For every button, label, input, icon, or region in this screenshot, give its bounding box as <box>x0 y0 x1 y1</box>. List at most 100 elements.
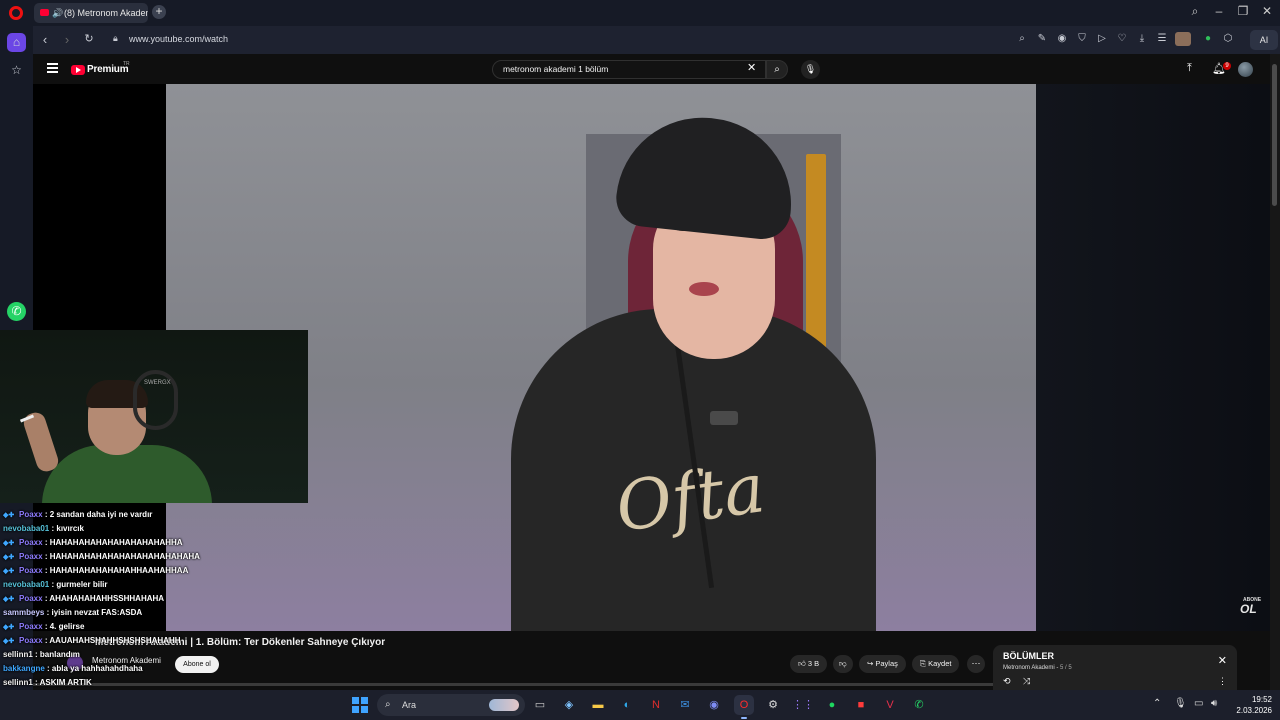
loop-icon[interactable]: ⟲ <box>1003 676 1011 687</box>
netflix-icon[interactable]: N <box>646 695 666 715</box>
chat-message: sellinn1 : banlandım <box>3 650 80 659</box>
url-field[interactable]: www.youtube.com/watch <box>129 34 228 44</box>
save-button[interactable]: ⎘ Kaydet <box>912 655 960 673</box>
restore-button[interactable]: ❐ <box>1234 4 1252 18</box>
scrollbar-thumb[interactable] <box>1272 64 1277 206</box>
chat-message: nevobaba01 : gurmeler bilir <box>3 580 108 589</box>
whatsapp-taskbar-icon[interactable]: ✆ <box>909 695 929 715</box>
gaming-chair <box>133 370 178 430</box>
more-actions-button[interactable]: ⋯ <box>967 655 985 673</box>
minimize-button[interactable]: – <box>1210 4 1228 18</box>
bookmark-icon: ⎘ <box>920 659 929 668</box>
subscribe-watermark[interactable]: OL <box>1240 602 1257 616</box>
search-input[interactable]: metronom akademi 1 bölüm <box>492 60 766 79</box>
spotify-icon[interactable]: ● <box>822 695 842 715</box>
chat-message: ◆✚ Poaxx : 4. gelirse <box>3 622 84 631</box>
chat-badge-icon: ◆✚ <box>3 512 15 519</box>
youtube-header: Premium TR metronom akademi 1 bölüm ✕ ⌕ … <box>33 54 1270 84</box>
chat-text: : banlandım <box>35 650 80 659</box>
file-explorer-icon[interactable]: ▬ <box>588 695 608 715</box>
mail-icon[interactable]: ✉ <box>675 695 695 715</box>
chat-text: : ASKIM ARTIK <box>35 678 92 687</box>
ai-button[interactable]: AI <box>1250 30 1278 50</box>
chat-username: nevobaba01 <box>3 580 50 589</box>
playlist-channel[interactable]: Metronom Akademi <box>1003 665 1055 671</box>
whatsapp-icon[interactable]: ✆ <box>7 302 26 321</box>
reload-button[interactable]: ↻ <box>81 32 97 45</box>
taskbar-clock[interactable]: 19:52 2.03.2026 <box>1230 694 1272 716</box>
windows-taskbar: ⌕ Ara ▭ ◈ ▬ ◐ N ✉ ◉ O ⚙ ⋮⋮ ● ■ V ✆ ⌃ 🎙︎ … <box>0 690 1280 720</box>
new-tab-button[interactable]: + <box>152 5 166 19</box>
valorant-icon[interactable]: V <box>880 695 900 715</box>
voice-search-button[interactable]: 🎙︎ <box>801 60 820 79</box>
notification-badge: 9 <box>1223 62 1231 70</box>
clear-search-icon[interactable]: ✕ <box>747 61 756 74</box>
chat-text: : kıvırcık <box>51 524 84 533</box>
play-icon[interactable]: ▷ <box>1095 33 1109 44</box>
vpn-icon[interactable]: ● <box>1201 33 1215 44</box>
search-button[interactable]: ⌕ <box>766 60 788 79</box>
extensions-icon[interactable]: ⬡ <box>1221 33 1235 44</box>
youtube-logo-icon[interactable] <box>71 65 85 75</box>
heart-icon[interactable]: ♡ <box>1115 33 1129 44</box>
share-button[interactable]: ↪ Paylaş <box>859 655 906 673</box>
tab-youtube[interactable]: 🔊 (8) Metronom Akadem <box>34 3 148 23</box>
task-view-icon[interactable]: ▭ <box>530 695 550 715</box>
opera-taskbar-icon[interactable]: O <box>734 695 754 715</box>
back-button[interactable]: ‹ <box>37 32 53 47</box>
download-icon[interactable]: ⤓ <box>1135 33 1149 44</box>
network-icon[interactable]: ▭ <box>1194 698 1203 709</box>
chat-text: : abla ya hahhahahdhaha <box>47 664 143 673</box>
search-tabs-icon[interactable]: ⌕ <box>1186 4 1204 19</box>
edit-icon[interactable]: ✎ <box>1035 33 1049 44</box>
camera-icon[interactable]: ◉ <box>1055 33 1069 44</box>
apps-grid-icon[interactable]: ⋮⋮ <box>792 695 814 715</box>
page-scrollbar[interactable] <box>1270 54 1280 690</box>
close-window-button[interactable]: ✕ <box>1258 4 1276 18</box>
chat-username: Poaxx <box>19 636 43 645</box>
tab-title: (8) Metronom Akadem <box>64 8 148 18</box>
streamer-webcam: SWERGX <box>0 330 308 503</box>
chat-badge-icon: ◆✚ <box>3 540 15 547</box>
windows-start-icon[interactable] <box>352 697 368 713</box>
microphone-tray-icon[interactable]: 🎙︎ <box>1174 698 1187 709</box>
chat-text: : AAUAHAHSHAHHSHSHSHAHAHH <box>44 636 181 645</box>
like-button[interactable]: 👍︎ 3 B <box>790 655 828 673</box>
profile-avatar[interactable] <box>1175 32 1191 46</box>
playlist-title[interactable]: BÖLÜMLER <box>1003 651 1054 661</box>
edge-icon[interactable]: ◐ <box>617 695 637 715</box>
playlist-menu-icon[interactable]: ⋮ <box>1218 676 1227 687</box>
chat-message: ◆✚ Poaxx : HAHAHAHAHAHAHAHAHAHAHHA <box>3 538 183 547</box>
steam-icon[interactable]: ⚙ <box>763 695 783 715</box>
zoom-icon[interactable]: ⌕ <box>1015 33 1029 44</box>
close-playlist-icon[interactable]: ✕ <box>1218 654 1227 667</box>
forward-button[interactable]: › <box>59 32 75 47</box>
upload-icon[interactable]: ⤒ <box>1187 62 1192 75</box>
home-icon[interactable]: ⌂ <box>7 33 26 52</box>
discord-icon[interactable]: ◉ <box>704 695 724 715</box>
streamer-body <box>42 445 212 503</box>
chat-username: Poaxx <box>19 622 43 631</box>
recorder-icon[interactable]: ■ <box>851 695 871 715</box>
volume-icon[interactable]: 🔊︎ <box>1211 698 1217 709</box>
share-label: Paylaş <box>875 659 898 668</box>
youtube-favicon-icon <box>40 9 49 16</box>
chat-username: bakkangne <box>3 664 45 673</box>
dislike-button[interactable]: 👎︎ <box>833 655 853 673</box>
hamburger-menu-icon[interactable] <box>47 63 58 73</box>
browser-tab-bar: 🔊 (8) Metronom Akadem + ⌕ – ❐ ✕ <box>0 0 1280 26</box>
lock-icon[interactable]: 🔒︎ <box>113 33 118 44</box>
star-icon[interactable]: ☆ <box>7 61 26 80</box>
tray-overflow-icon[interactable]: ⌃ <box>1153 698 1161 709</box>
speaker-icon[interactable]: 🔊 <box>52 3 63 23</box>
chat-text: : HAHAHAHAHAHAHAHAHAHAHAHAHA <box>44 552 200 561</box>
account-avatar[interactable] <box>1238 62 1253 77</box>
like-count: 3 B <box>807 659 820 668</box>
menu-icon[interactable]: ☰ <box>1155 33 1169 44</box>
taskbar-search[interactable]: ⌕ Ara <box>377 694 525 716</box>
chat-text: : 4. gelirse <box>44 622 85 631</box>
copilot-icon[interactable]: ◈ <box>559 695 579 715</box>
opera-logo-icon[interactable] <box>9 6 23 20</box>
shield-icon[interactable]: ⛉ <box>1075 33 1089 44</box>
shuffle-icon[interactable]: ⤨ <box>1023 676 1030 687</box>
